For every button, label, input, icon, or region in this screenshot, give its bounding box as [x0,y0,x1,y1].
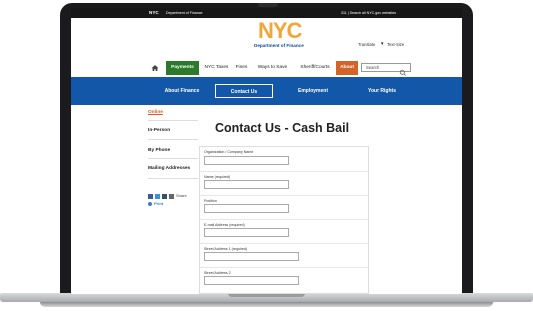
page-title: Contact Us - Cash Bail [215,121,350,135]
form-divider [200,219,368,220]
form-divider [200,195,368,196]
position-field[interactable] [204,204,289,213]
field-label-email: E-mail Address (required) [204,223,245,227]
sidebar-divider [148,120,198,121]
sidebar-divider [148,139,198,140]
sidebar-divider [148,178,198,179]
field-label-name: Name (required) [204,175,231,179]
form-divider [200,243,368,244]
nav-nyc-taxes[interactable]: NYC Taxes [202,61,231,75]
street-address-2-field[interactable] [204,276,299,285]
form-divider [200,267,368,268]
email-field[interactable] [204,228,289,237]
nyc-mini-logo[interactable]: NYC [149,8,159,18]
nyc-logo[interactable]: NYC [258,20,302,42]
tumblr-icon[interactable] [162,194,167,199]
text-size-link[interactable]: Text-Size [387,42,404,47]
print-link[interactable]: Print [154,201,163,206]
home-icon[interactable] [148,61,162,75]
name-field[interactable] [204,180,289,189]
sidebar-item-by-phone[interactable]: By Phone [148,148,170,153]
share-label[interactable]: Share [176,193,187,198]
nav-about[interactable]: About [336,61,358,75]
tab-about-finance[interactable]: About Finance [153,84,211,98]
street-address-1-field[interactable] [204,252,299,261]
search-icon[interactable] [399,64,407,76]
field-label-street-2: Street Address 2 [204,271,231,275]
browser-screen: NYC Department of Finance 311 | Search a… [71,8,462,294]
top-utility-bar [71,8,462,18]
sidebar-divider [148,158,198,159]
email-icon[interactable] [169,194,174,199]
form-divider [200,171,368,172]
print-icon[interactable] [148,202,152,206]
department-logo-subtitle: Department of Finance [254,43,304,48]
nav-fines[interactable]: Fines [233,61,250,75]
field-label-organization: Organization / Company Name [204,150,254,154]
search-placeholder: Search [366,65,380,70]
tab-contact-us[interactable]: Contact Us [215,84,273,98]
organization-field[interactable] [204,156,289,165]
nav-sheriff-courts[interactable]: Sheriff/Courts [295,61,335,75]
tab-your-rights[interactable]: Your Rights [350,84,414,98]
sidebar-item-mailing-addresses[interactable]: Mailing Addresses [148,166,190,171]
nav-ways-to-save[interactable]: Ways to Save [255,61,290,75]
twitter-icon[interactable] [155,194,160,199]
facebook-icon[interactable] [148,194,153,199]
field-label-position: Position [204,199,217,203]
nav-payments[interactable]: Payments [166,61,199,75]
sidebar-item-online[interactable]: Online [148,110,163,115]
search-nyc-link[interactable]: 311 | Search all NYC.gov websites [341,8,396,18]
laptop-base-shadow [40,302,493,307]
sidebar-item-in-person[interactable]: In-Person [148,128,170,133]
department-link[interactable]: Department of Finance [166,8,203,18]
camera-notch [258,3,278,7]
tab-employment[interactable]: Employment [282,84,344,98]
field-label-street-1: Street Address 1 (required) [204,247,248,251]
translate-link[interactable]: Translate [358,42,375,47]
chevron-down-icon[interactable]: ▼ [380,41,384,46]
